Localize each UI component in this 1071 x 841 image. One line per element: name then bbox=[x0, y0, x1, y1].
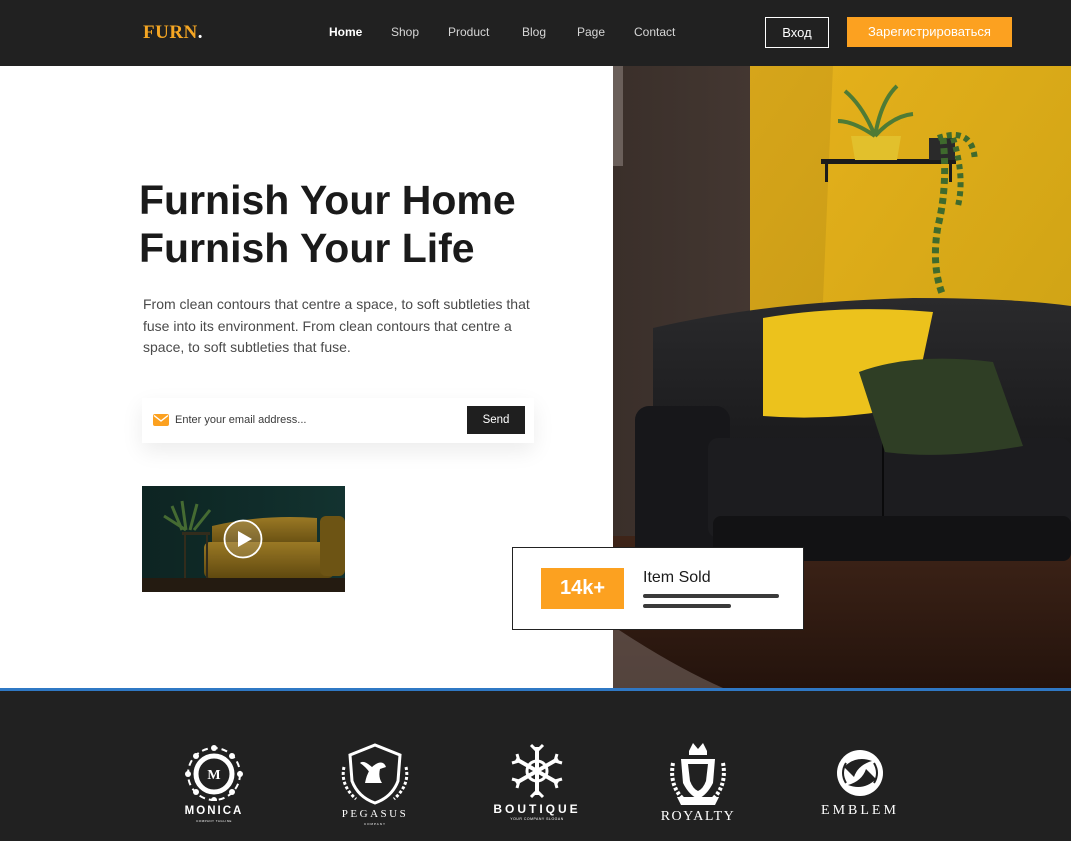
subscribe-form: Send bbox=[142, 398, 534, 443]
brand-logo-boutique: BOUTIQUE YOUR COMPANY SLOGAN bbox=[482, 741, 592, 831]
hero-title-line-1: Furnish Your Home bbox=[139, 177, 516, 223]
hero-description: From clean contours that centre a space,… bbox=[143, 296, 530, 355]
svg-text:M: M bbox=[207, 768, 220, 783]
boutique-snowflake-icon bbox=[511, 743, 563, 799]
logo-text: FURN bbox=[143, 22, 198, 43]
nav-product[interactable]: Product bbox=[448, 25, 489, 39]
brand-name: EMBLEM bbox=[821, 803, 899, 818]
items-sold-label: Item Sold bbox=[643, 569, 711, 586]
brand-name: BOUTIQUE bbox=[493, 802, 581, 816]
items-sold-count: 14k+ bbox=[541, 568, 624, 609]
send-button[interactable]: Send bbox=[467, 406, 525, 434]
play-icon[interactable] bbox=[223, 519, 263, 559]
hero-title: Furnish Your Home Furnish Your Life bbox=[139, 176, 516, 272]
brand-name: MONICA bbox=[184, 805, 244, 817]
pegasus-shield-icon bbox=[341, 743, 409, 805]
nav-contact[interactable]: Contact bbox=[634, 25, 675, 39]
brand-logo-royalty: ROYALTY bbox=[643, 741, 753, 831]
brand-name: PEGASUS bbox=[341, 808, 409, 820]
mail-icon bbox=[153, 414, 169, 426]
royalty-crest-icon bbox=[670, 743, 726, 805]
top-navigation-bar: FURN. Home Shop Product Blog Page Contac… bbox=[0, 0, 1071, 66]
login-button[interactable]: Вход bbox=[765, 17, 829, 48]
brand-logo-pegasus: PEGASUS COMPANY bbox=[320, 741, 430, 831]
brand-logo-monica: M MONICA COMPANY TAGLINE bbox=[159, 741, 269, 831]
brand-tagline: COMPANY bbox=[364, 822, 386, 826]
logo[interactable]: FURN. bbox=[143, 22, 203, 44]
video-thumbnail[interactable] bbox=[142, 486, 345, 592]
emblem-circle-icon bbox=[837, 750, 883, 796]
decorative-bar bbox=[643, 594, 779, 598]
brand-tagline: COMPANY TAGLINE bbox=[196, 819, 232, 823]
nav-page[interactable]: Page bbox=[577, 25, 605, 39]
register-button[interactable]: Зарегистрироваться bbox=[847, 17, 1012, 47]
nav-shop[interactable]: Shop bbox=[391, 25, 419, 39]
hero-title-line-2: Furnish Your Life bbox=[139, 225, 475, 271]
decorative-bar bbox=[643, 604, 731, 608]
email-input[interactable] bbox=[175, 410, 455, 430]
brand-logos-strip: M MONICA COMPANY TAGLINE PEGASUS COMPANY bbox=[0, 691, 1071, 841]
brand-name: ROYALTY bbox=[660, 809, 736, 824]
nav-blog[interactable]: Blog bbox=[522, 25, 546, 39]
items-sold-card: 14k+ Item Sold bbox=[512, 547, 804, 630]
brand-tagline: YOUR COMPANY SLOGAN bbox=[510, 817, 564, 821]
brand-logo-emblem: EMBLEM bbox=[805, 741, 915, 831]
monica-emblem-icon: M bbox=[185, 745, 243, 801]
nav-home[interactable]: Home bbox=[329, 25, 362, 39]
logo-dot: . bbox=[197, 22, 204, 43]
